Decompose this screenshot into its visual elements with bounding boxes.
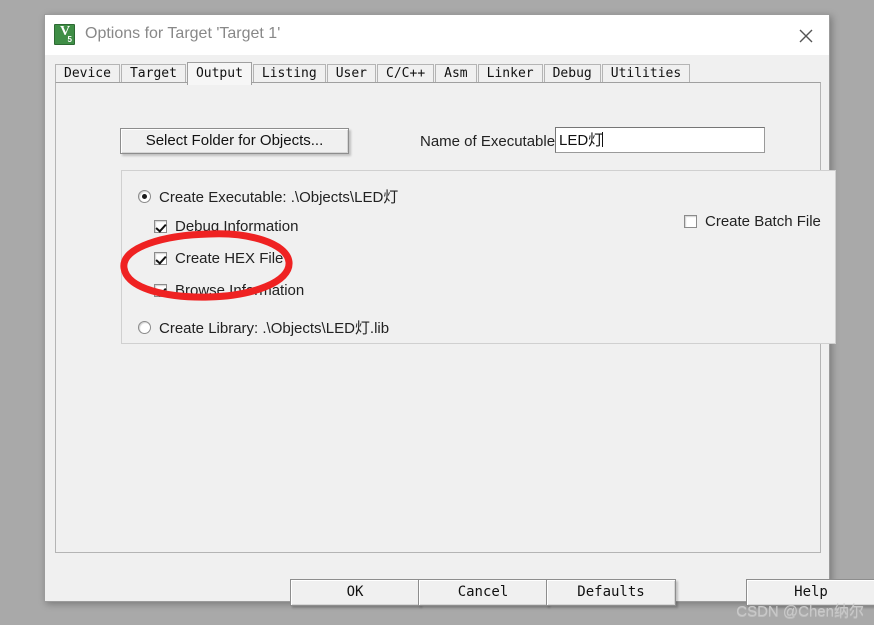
tab-output[interactable]: Output (186, 62, 252, 85)
output-options-group: Create Executable: .\Objects\LED灯 Debug … (121, 170, 836, 344)
create-library-radio-row[interactable]: Create Library: .\Objects\LED灯.lib (138, 317, 389, 338)
browse-information-label: Browse Information (175, 282, 305, 299)
tab-debug[interactable]: Debug (543, 64, 601, 83)
create-hex-file-label: Create HEX File (175, 250, 284, 267)
name-of-executable-label: Name of Executable: (420, 133, 560, 150)
close-button[interactable] (783, 15, 829, 55)
name-of-executable-value: LED灯 (559, 132, 604, 149)
ok-button[interactable]: OK (290, 579, 420, 606)
close-icon (799, 29, 813, 43)
radio-icon-create-library[interactable] (138, 321, 151, 334)
radio-icon-create-executable[interactable] (138, 190, 151, 203)
checkbox-icon-create-hex-file[interactable] (154, 252, 167, 265)
tab-strip: Device Target Output Listing User C/C++ … (55, 62, 821, 85)
options-dialog: V 5 Options for Target 'Target 1' Device… (44, 14, 874, 606)
keil-icon-version: 5 (67, 35, 72, 44)
watermark: CSDN @Chen纳尔 (736, 603, 864, 620)
browse-information-checkbox-row[interactable]: Browse Information (154, 282, 304, 299)
tab-device[interactable]: Device (55, 64, 120, 83)
defaults-button[interactable]: Defaults (546, 579, 676, 606)
keil-uvision-icon: V 5 (54, 24, 75, 45)
create-batch-file-label: Create Batch File (705, 213, 821, 230)
tab-asm[interactable]: Asm (435, 64, 477, 83)
select-folder-for-objects-button[interactable]: Select Folder for Objects... (120, 128, 349, 154)
tab-user[interactable]: User (326, 64, 377, 83)
text-caret (602, 132, 604, 147)
create-hex-file-checkbox-row[interactable]: Create HEX File (154, 250, 283, 267)
tab-listing[interactable]: Listing (252, 64, 326, 83)
create-executable-label: Create Executable: .\Objects\LED灯 (159, 189, 399, 206)
cancel-button[interactable]: Cancel (418, 579, 548, 606)
create-executable-radio-row[interactable]: Create Executable: .\Objects\LED灯 (138, 186, 398, 207)
checkbox-icon-debug-information[interactable] (154, 220, 167, 233)
checkbox-icon-create-batch-file[interactable] (684, 215, 697, 228)
window-title: Options for Target 'Target 1' (85, 25, 281, 42)
create-batch-file-checkbox-row[interactable]: Create Batch File (684, 213, 821, 230)
debug-information-label: Debug Information (175, 218, 299, 235)
debug-information-checkbox-row[interactable]: Debug Information (154, 218, 298, 235)
tab-utilities[interactable]: Utilities (601, 64, 691, 83)
create-library-label: Create Library: .\Objects\LED灯.lib (159, 320, 390, 337)
name-of-executable-input[interactable]: LED灯 (555, 127, 765, 153)
tab-c-cpp[interactable]: C/C++ (377, 64, 435, 83)
checkbox-icon-browse-information[interactable] (154, 284, 167, 297)
title-bar: V 5 Options for Target 'Target 1' (45, 15, 829, 55)
tab-linker[interactable]: Linker (477, 64, 543, 83)
tab-target[interactable]: Target (120, 64, 186, 83)
